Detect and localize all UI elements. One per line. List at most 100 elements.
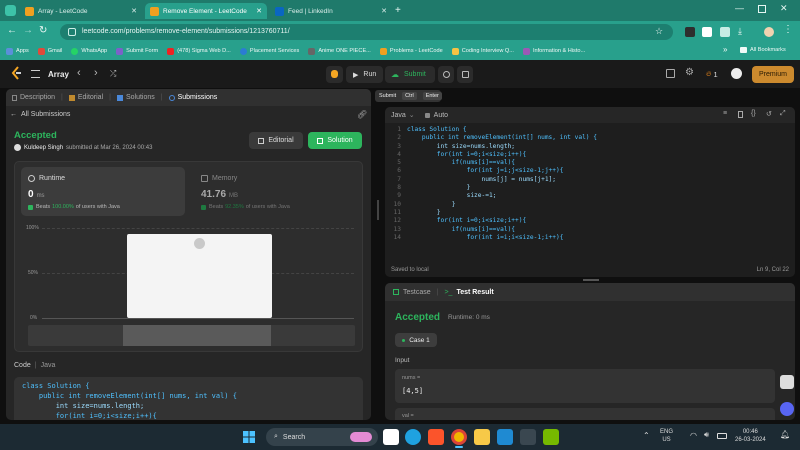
- show-hidden-icons[interactable]: ⌃: [643, 431, 650, 440]
- horizontal-resize-handle[interactable]: [583, 279, 599, 281]
- editor-code-line[interactable]: 9 size-=1;: [385, 192, 795, 200]
- extension-icon[interactable]: [685, 27, 695, 37]
- address-bar[interactable]: leetcode.com/problems/remove-element/sub…: [60, 24, 673, 40]
- solution-button[interactable]: Solution: [308, 132, 362, 149]
- submit-button[interactable]: ☁ Submit: [385, 66, 435, 83]
- code-area[interactable]: 1 class Solution {2 public int removeElem…: [385, 126, 795, 260]
- bookmark-whatsapp[interactable]: WhatsApp: [71, 47, 107, 55]
- settings-gear-icon[interactable]: ⚙: [685, 67, 694, 78]
- taskbar-search[interactable]: ⌕ Search: [266, 428, 378, 446]
- edge-icon[interactable]: [405, 429, 421, 445]
- timer-button[interactable]: [438, 66, 454, 83]
- bookmark-coding-interview[interactable]: Coding Interview Q...: [451, 47, 514, 55]
- book-side-button[interactable]: [780, 375, 794, 389]
- bookmark-submit-form[interactable]: Submit Form: [116, 47, 158, 55]
- streak-counter[interactable]: 🔥︎ 1: [706, 69, 718, 79]
- new-tab-button[interactable]: +: [395, 5, 401, 16]
- language-select[interactable]: Java: [391, 112, 406, 119]
- close-icon[interactable]: ✕: [131, 7, 137, 15]
- bookmark-leetcode[interactable]: Problems - LeetCode: [379, 47, 443, 55]
- task-view-icon[interactable]: [383, 429, 399, 445]
- minimize-button[interactable]: —: [735, 3, 744, 13]
- editor-code-line[interactable]: 1 class Solution {: [385, 126, 795, 134]
- editorial-button[interactable]: Editorial: [249, 132, 303, 149]
- editor-code-line[interactable]: 13 if(nums[i]==val){: [385, 226, 795, 234]
- chrome-icon[interactable]: [451, 429, 467, 445]
- close-icon[interactable]: ✕: [381, 7, 387, 15]
- editor-code-line[interactable]: 8 }: [385, 184, 795, 192]
- chrome-menu-icon[interactable]: ⋮: [783, 24, 793, 35]
- editor-code-line[interactable]: 10 }: [385, 201, 795, 209]
- volume-icon[interactable]: 🔊︎: [704, 430, 709, 440]
- tab-editorial[interactable]: Editorial |: [68, 94, 111, 101]
- editor-code-line[interactable]: 12 for(int i=0;i<size;i++){: [385, 217, 795, 225]
- fullscreen-icon[interactable]: ⤢: [780, 110, 786, 118]
- editor-code-line[interactable]: 7 nums[j] = nums[j+1];: [385, 176, 795, 184]
- autocomplete-mode[interactable]: Auto: [434, 112, 448, 119]
- prev-problem-icon[interactable]: ‹: [77, 67, 81, 79]
- all-bookmarks[interactable]: All Bookmarks: [740, 47, 786, 53]
- next-problem-icon[interactable]: ›: [94, 67, 98, 79]
- editor-code-line[interactable]: 11 }: [385, 209, 795, 217]
- back-icon[interactable]: ←: [7, 25, 17, 36]
- all-submissions-link[interactable]: ← All Submissions: [10, 111, 70, 118]
- windows-start-icon[interactable]: [243, 431, 255, 443]
- bookmark-placement[interactable]: Placement Services: [239, 47, 299, 55]
- tab-submissions[interactable]: Submissions: [168, 94, 217, 101]
- editor-code-line[interactable]: 5 if(nums[i]==val){: [385, 159, 795, 167]
- problem-list-title[interactable]: Array: [48, 70, 69, 79]
- leetcode-logo-icon[interactable]: [10, 66, 22, 80]
- window-close-button[interactable]: ✕: [780, 3, 788, 14]
- clock[interactable]: 00:46 26-03-2024: [735, 428, 766, 444]
- language-indicator[interactable]: ENG US: [660, 428, 673, 444]
- vertical-resize-handle[interactable]: [377, 200, 379, 220]
- bookmark-gmail[interactable]: Gmail: [37, 47, 62, 55]
- username[interactable]: Kuldeep Singh: [24, 145, 63, 151]
- discord-side-button[interactable]: [780, 402, 794, 416]
- reload-icon[interactable]: ↻: [39, 25, 47, 36]
- download-icon[interactable]: ⤓: [738, 26, 742, 37]
- bookmark-youtube[interactable]: (478) Sigma Web D...: [167, 47, 231, 55]
- forward-icon[interactable]: →: [23, 25, 33, 36]
- align-icon[interactable]: ≡: [723, 110, 727, 117]
- user-avatar[interactable]: [731, 68, 742, 79]
- case-1-button[interactable]: Case 1: [395, 333, 437, 347]
- brave-icon[interactable]: [428, 429, 444, 445]
- tab-search-button[interactable]: [5, 5, 16, 16]
- extension-icon[interactable]: [702, 27, 712, 37]
- problem-list-icon[interactable]: [31, 70, 40, 78]
- range-slider-window[interactable]: [123, 325, 271, 346]
- notifications-icon[interactable]: 🔔︎: [780, 430, 790, 439]
- reset-icon[interactable]: ↺: [766, 110, 772, 118]
- profile-avatar[interactable]: [764, 27, 774, 37]
- editor-code-line[interactable]: 3 int size=nums.length;: [385, 143, 795, 151]
- shuffle-icon[interactable]: ⤮: [110, 69, 116, 79]
- layout-grid-icon[interactable]: [666, 69, 675, 78]
- more-bookmarks-icon[interactable]: »: [723, 45, 727, 54]
- close-icon[interactable]: ✕: [256, 7, 262, 15]
- editor-code-line[interactable]: 14 for(int i=i;i<size-1;i++){: [385, 234, 795, 242]
- file-explorer-icon[interactable]: [474, 429, 490, 445]
- nvidia-icon[interactable]: [543, 429, 559, 445]
- wifi-icon[interactable]: ◠: [690, 431, 697, 440]
- site-info-icon[interactable]: [68, 28, 76, 36]
- bookmark-icon[interactable]: [738, 111, 743, 118]
- browser-tab-array[interactable]: Array - LeetCode ✕: [20, 3, 142, 19]
- bookmark-anime[interactable]: Anime ONE PIECE...: [308, 47, 371, 55]
- notes-button[interactable]: [457, 66, 473, 83]
- editor-code-line[interactable]: 6 for(int j=i;j<size-1;j++){: [385, 167, 795, 175]
- editor-code-line[interactable]: 2 public int removeElement(int[] nums, i…: [385, 134, 795, 142]
- extensions-puzzle-icon[interactable]: [720, 27, 730, 37]
- browser-tab-remove-element[interactable]: Remove Element - LeetCode ✕: [145, 3, 267, 19]
- bookmark-history[interactable]: Information & Histo...: [522, 47, 585, 55]
- tab-test-result[interactable]: Test Result: [456, 289, 493, 296]
- editor-code-line[interactable]: 4 for(int i=0;i<size;i++){: [385, 151, 795, 159]
- app-icon[interactable]: [520, 429, 536, 445]
- share-link-icon[interactable]: 🔗︎: [357, 110, 367, 119]
- bookmark-star-icon[interactable]: ☆: [655, 26, 663, 37]
- bookmark-apps[interactable]: Apps: [6, 47, 29, 55]
- run-button[interactable]: ▶ Run: [346, 66, 384, 83]
- tab-solutions[interactable]: Solutions |: [116, 94, 163, 101]
- vscode-icon[interactable]: [497, 429, 513, 445]
- tab-testcase[interactable]: Testcase: [403, 289, 431, 296]
